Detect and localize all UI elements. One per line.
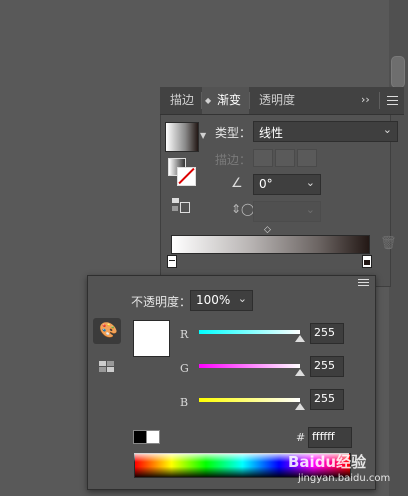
opacity-select[interactable]: 100% ⌄: [190, 290, 253, 311]
chevron-down-icon: ⌄: [382, 123, 392, 136]
palette-icon: 🎨: [99, 321, 118, 339]
stroke-along-button[interactable]: [275, 149, 295, 167]
channel-r-slider[interactable]: [199, 330, 300, 334]
chevron-down-icon: ⌄: [305, 203, 315, 216]
midpoint-diamond-icon[interactable]: ◇: [264, 225, 271, 235]
current-color-preview: [133, 320, 170, 357]
gradient-slider[interactable]: [171, 235, 370, 254]
gradient-swatch-dropdown-icon[interactable]: ▼: [200, 131, 206, 140]
angle-icon: ∠: [231, 176, 243, 191]
type-label: 类型：: [215, 126, 252, 140]
stroke-within-button[interactable]: [253, 149, 273, 167]
channel-g-label: G: [180, 362, 189, 375]
channel-r-thumb[interactable]: [295, 335, 305, 342]
scrollbar-thumb[interactable]: [391, 56, 405, 88]
tab-transparency[interactable]: 透明度: [252, 87, 302, 114]
swatches-mode-icon[interactable]: [99, 361, 115, 373]
watermark-text: Baidu经验: [288, 453, 367, 471]
aspect-ratio-select[interactable]: ⌄: [253, 201, 321, 222]
channel-r-label: R: [180, 328, 189, 341]
white-swatch[interactable]: [146, 430, 160, 444]
tab-gradient[interactable]: ◆ 渐变: [202, 87, 249, 114]
angle-value: 0°: [259, 177, 273, 191]
channel-b-label: B: [180, 396, 189, 409]
tab-stroke[interactable]: 描边: [163, 87, 201, 114]
opacity-value: 100%: [196, 293, 231, 307]
stroke-across-button[interactable]: [297, 149, 317, 167]
channel-g-thumb[interactable]: [295, 369, 305, 376]
gradient-swatch[interactable]: [165, 122, 199, 152]
baidu-watermark: Baidu经验 jingyan.baidu.com: [276, 443, 390, 493]
chevron-down-icon: ⌄: [237, 292, 247, 305]
gradient-type-value: 线性: [259, 126, 284, 140]
hex-value: ffffff: [312, 430, 335, 443]
tab-separator: [379, 92, 380, 109]
channel-g-slider[interactable]: [199, 364, 300, 368]
color-mode-button[interactable]: 🎨: [93, 318, 121, 344]
channel-r-value: 255: [314, 326, 335, 339]
tab-gradient-label: 渐变: [217, 93, 242, 107]
gradient-type-select[interactable]: 线性 ⌄: [253, 121, 398, 142]
panel-collapse-icon[interactable]: ››: [361, 93, 370, 106]
watermark-url: jingyan.baidu.com: [298, 473, 391, 484]
chevron-down-icon: ⌄: [305, 176, 315, 189]
channel-b-input[interactable]: 255: [310, 389, 344, 410]
opacity-label: 不透明度：: [131, 295, 192, 309]
trash-icon[interactable]: 🗑: [380, 236, 397, 251]
black-swatch[interactable]: [133, 430, 147, 444]
reverse-gradient-icon[interactable]: [172, 198, 190, 213]
tab-separator: [249, 92, 250, 109]
channel-r-input[interactable]: 255: [310, 323, 344, 344]
channel-g-input[interactable]: 255: [310, 356, 344, 377]
tab-expand-icon: ◆: [205, 96, 212, 105]
channel-b-thumb[interactable]: [295, 403, 305, 410]
gradient-stop-end[interactable]: [362, 255, 372, 268]
angle-select[interactable]: 0° ⌄: [253, 174, 321, 195]
stroke-swatch-none[interactable]: [177, 167, 196, 186]
gradient-stop-start[interactable]: [167, 255, 177, 268]
channel-b-slider[interactable]: [199, 398, 300, 402]
channel-g-value: 255: [314, 359, 335, 372]
panel-menu-icon[interactable]: [387, 96, 398, 105]
channel-b-value: 255: [314, 392, 335, 405]
popup-menu-icon[interactable]: [358, 279, 369, 286]
aspect-ratio-icon: ⇕◯: [231, 202, 255, 216]
stroke-label: 描边：: [215, 153, 252, 167]
